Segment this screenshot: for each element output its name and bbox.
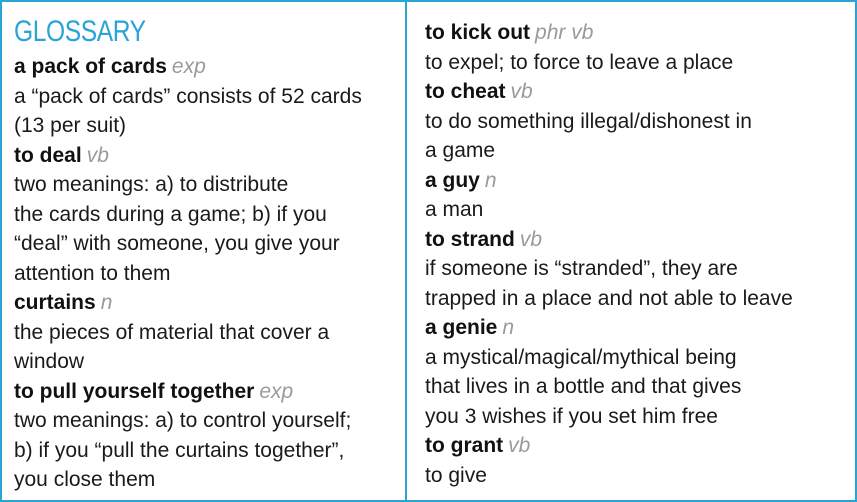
entry-definition-line: a game <box>425 139 496 162</box>
entry-headword-line: to grant vb <box>425 431 849 461</box>
entry-headword-line: to pull yourself together exp <box>14 377 399 407</box>
entry-headword-line: to cheat vb <box>425 77 849 107</box>
entry-definition-line: to expel; to force to leave a place <box>425 50 734 74</box>
glossary-left-column: GLOSSARY a pack of cards exp a “pack of ca… <box>2 2 407 500</box>
entry-definition-line: a mystical/magical/mythical being <box>425 345 737 369</box>
entry-headword-line: a pack of cards exp <box>14 52 399 82</box>
entry-definition-line: two meanings: a) to distribute <box>14 173 289 196</box>
entry-part-of-speech: vb <box>519 227 543 251</box>
entry-definition-line: trapped in a place and not able to leave <box>425 286 793 310</box>
glossary-entry: to strand vb if someone is “stranded”, the… <box>425 225 849 314</box>
entry-term: to kick out <box>425 21 531 44</box>
entry-term: a pack of cards <box>14 55 167 78</box>
entry-part-of-speech: vb <box>508 434 531 457</box>
entry-definition-line: to give <box>425 463 487 487</box>
entry-definition-line: the pieces of material that cover a <box>14 320 330 344</box>
entry-part-of-speech: n <box>502 316 515 339</box>
entry-definition-line: that lives in a bottle and that gives <box>425 375 742 398</box>
glossary-title: GLOSSARY <box>14 15 146 48</box>
entry-headword-line: a genie n <box>425 313 849 343</box>
entry-definition-line: “deal” with someone, you give your <box>14 232 340 255</box>
entry-headword-line: to kick out phr vb <box>425 18 849 48</box>
entry-definition-line: a man <box>425 198 484 221</box>
entry-definition-line: attention to them <box>14 261 171 285</box>
entry-part-of-speech: exp <box>171 55 206 78</box>
entry-term: to cheat <box>425 80 506 103</box>
entry-part-of-speech: n <box>484 168 497 192</box>
entry-definition-line: two meanings: a) to control yourself; <box>14 409 352 432</box>
glossary-entry: curtains n the pieces of material that cov… <box>14 288 399 377</box>
entry-part-of-speech: vb <box>86 143 109 167</box>
glossary-entry: a pack of cards exp a “pack of cards” cons… <box>14 52 399 141</box>
glossary-entry: to cheat vb to do something illegal/dishon… <box>425 77 849 166</box>
entry-definition-line: you close them <box>14 468 156 491</box>
right-entry-list: to kick out phr vb to expel; to force to l… <box>425 18 849 490</box>
glossary-entry: to kick out phr vb to expel; to force to l… <box>425 18 849 77</box>
entry-part-of-speech: vb <box>510 80 533 103</box>
entry-term: a guy <box>425 168 480 192</box>
glossary-box: GLOSSARY a pack of cards exp a “pack of ca… <box>0 0 857 502</box>
entry-definition-line: the cards during a game; b) if you <box>14 202 327 226</box>
entry-definition-line: to do something illegal/dishonest in <box>425 109 752 133</box>
entry-definition-line: b) if you “pull the curtains together”, <box>14 438 345 462</box>
entry-definition-line: you 3 wishes if you set him free <box>425 404 718 428</box>
entry-headword-line: to deal vb <box>14 141 399 171</box>
entry-definition-line: (13 per suit) <box>14 114 127 137</box>
entry-term: to strand <box>425 227 515 251</box>
entry-part-of-speech: n <box>100 291 113 314</box>
entry-definition-line: if someone is “stranded”, they are <box>425 257 738 280</box>
left-entry-list: a pack of cards exp a “pack of cards” cons… <box>14 52 399 495</box>
glossary-entry: to deal vb two meanings: a) to distribute t… <box>14 141 399 289</box>
entry-definition-line: window <box>14 350 85 373</box>
glossary-right-column: to kick out phr vb to expel; to force to l… <box>407 2 855 500</box>
entry-term: to pull yourself together <box>14 379 255 403</box>
entry-part-of-speech: exp <box>259 379 294 403</box>
glossary-entry: a guy n a man <box>425 166 849 225</box>
entry-term: to grant <box>425 434 504 457</box>
entry-term: a genie <box>425 316 498 339</box>
glossary-entry: to pull yourself together exp two meanings… <box>14 377 399 495</box>
glossary-entry: a genie n a mystical/magical/mythical bein… <box>425 313 849 431</box>
entry-term: to deal <box>14 143 82 167</box>
entry-part-of-speech: phr vb <box>535 21 594 44</box>
entry-headword-line: to strand vb <box>425 225 849 255</box>
entry-definition-line: a “pack of cards” consists of 52 cards <box>14 84 362 108</box>
entry-term: curtains <box>14 291 96 314</box>
entry-headword-line: curtains n <box>14 288 399 318</box>
entry-headword-line: a guy n <box>425 166 849 196</box>
glossary-entry: to grant vb to give <box>425 431 849 490</box>
